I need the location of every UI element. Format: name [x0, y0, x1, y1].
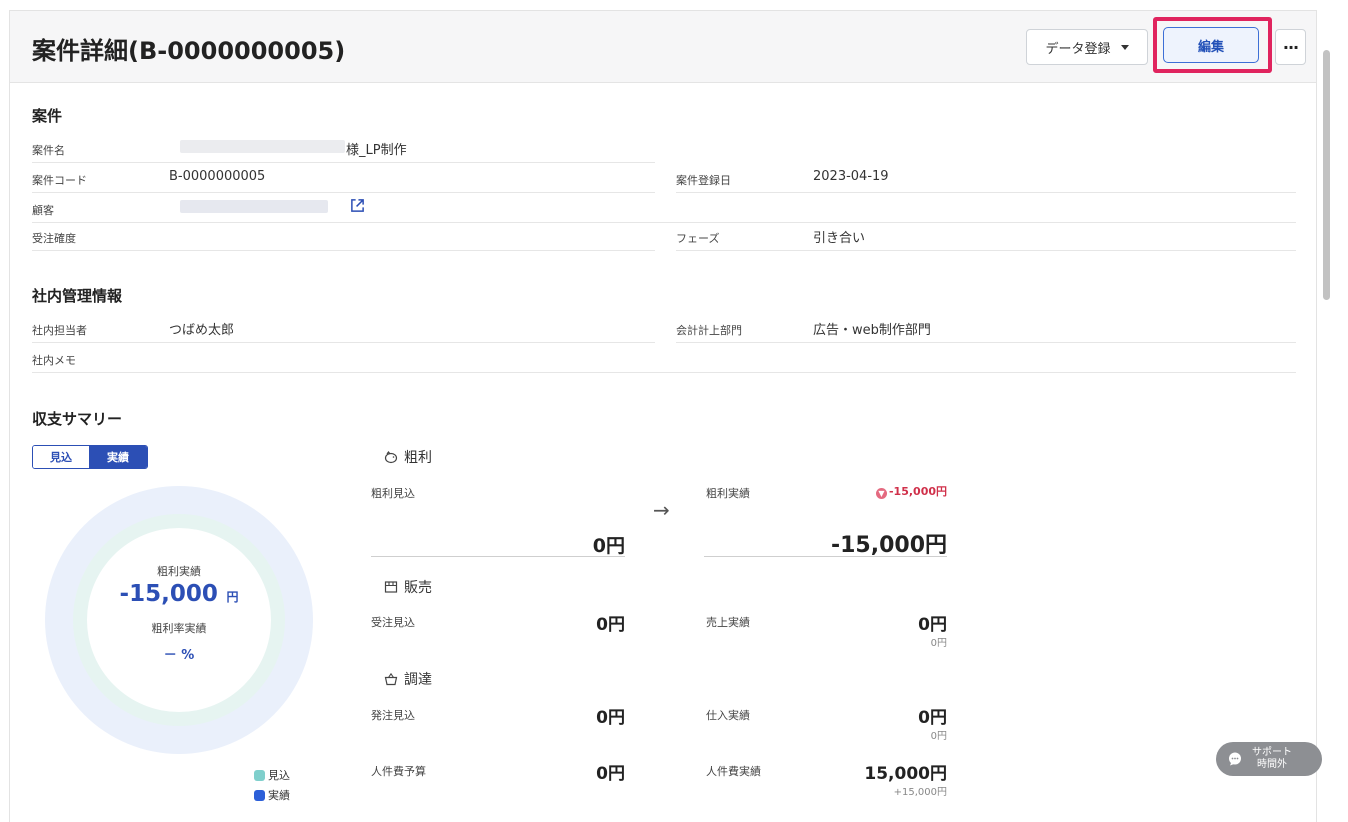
- field-row-probability: 受注確度: [32, 221, 655, 251]
- labor-actual-value: 15,000円: [864, 764, 947, 784]
- legend-label: 実績: [268, 789, 290, 802]
- field-label: 社内メモ: [32, 354, 76, 367]
- field-label: 案件登録日: [676, 174, 731, 187]
- section-title-summary: 収支サマリー: [32, 410, 123, 428]
- scrollbar-thumb[interactable]: [1323, 50, 1330, 300]
- detail-panel: 案件詳細(B-0000000005) データ登録 編集 ··· 案件 案件名 様…: [9, 10, 1317, 822]
- donut-gross-label: 粗利実績: [157, 565, 201, 578]
- gross-actual-label: 粗利実績: [706, 487, 750, 500]
- sales-actual-sub: 0円: [930, 638, 947, 649]
- section-title-project: 案件: [32, 107, 63, 125]
- external-link-icon[interactable]: [350, 198, 365, 213]
- more-options-button[interactable]: ···: [1275, 29, 1306, 65]
- forecast-actual-toggle[interactable]: 見込 実績: [32, 445, 148, 469]
- support-line2: 時間外: [1257, 759, 1287, 770]
- gross-forecast-value: 0円: [592, 535, 625, 557]
- sales-title: 販売: [404, 580, 432, 596]
- donut-gross-value: -15,000: [119, 581, 218, 607]
- edit-button[interactable]: 編集: [1163, 27, 1259, 63]
- procurement-forecast-label: 発注見込: [371, 709, 415, 722]
- page-header: 案件詳細(B-0000000005) データ登録 編集 ···: [10, 11, 1316, 83]
- procurement-actual-label: 仕入実績: [706, 709, 750, 722]
- redacted-text: [180, 140, 345, 153]
- labor-actual-sub: +15,000円: [893, 787, 947, 798]
- support-status-text: サポート 時間外: [1252, 747, 1292, 771]
- toggle-actual[interactable]: 実績: [89, 446, 147, 468]
- field-label: 社内担当者: [32, 324, 87, 337]
- field-label: 顧客: [32, 204, 54, 217]
- data-register-label: データ登録: [1045, 41, 1111, 57]
- project-code-value: B-0000000005: [169, 169, 266, 184]
- donut-gross-value-wrap: -15,000 円: [44, 581, 314, 607]
- page-title: 案件詳細(B-0000000005): [32, 37, 346, 65]
- sales-forecast-value: 0円: [596, 615, 625, 635]
- chevron-down-icon: [1120, 44, 1129, 50]
- field-row-memo: 社内メモ: [32, 343, 1296, 373]
- donut-rate-label: 粗利率実績: [151, 622, 207, 635]
- field-row-customer: 顧客: [32, 193, 1296, 223]
- department-value: 広告・web制作部門: [813, 323, 931, 338]
- gross-forecast-label: 粗利見込: [371, 487, 415, 500]
- donut-rate-value: － %: [163, 648, 195, 663]
- decrease-icon: ▼: [875, 488, 887, 499]
- sales-forecast-label: 受注見込: [371, 616, 415, 629]
- store-icon: [384, 581, 398, 593]
- registered-date-value: 2023-04-19: [813, 169, 889, 184]
- procurement-title: 調達: [404, 672, 432, 688]
- legend-swatch: [254, 769, 265, 781]
- donut-center: 粗利実績 -15,000 円 粗利率実績 － %: [44, 563, 314, 663]
- procurement-actual-sub: 0円: [930, 731, 947, 742]
- donut-gross-unit: 円: [226, 590, 239, 604]
- project-name-value: 様_LP制作: [346, 143, 407, 158]
- redacted-text: [180, 200, 328, 213]
- legend-label: 見込: [268, 769, 290, 782]
- piggy-bank-icon: [384, 451, 398, 464]
- field-label: 案件コード: [32, 174, 87, 187]
- toggle-forecast[interactable]: 見込: [33, 446, 89, 468]
- labor-actual-label: 人件費実績: [706, 765, 761, 778]
- basket-icon: [384, 672, 398, 686]
- legend-item-actual: 実績: [254, 787, 290, 803]
- field-label: 案件名: [32, 144, 65, 157]
- field-row-project-code: 案件コード B-0000000005: [32, 163, 655, 193]
- field-label: 会計計上部門: [676, 324, 742, 337]
- support-line1: サポート: [1252, 747, 1292, 758]
- gross-profit-heading: 粗利: [384, 447, 432, 467]
- field-row-owner: 社内担当者 つばめ太郎: [32, 313, 655, 343]
- field-row-registered-date: 案件登録日 2023-04-19: [676, 163, 1296, 193]
- legend-swatch: [254, 789, 265, 801]
- field-row-department: 会計計上部門 広告・web制作部門: [676, 313, 1296, 343]
- field-label: 受注確度: [32, 232, 76, 245]
- procurement-heading: 調達: [384, 669, 432, 689]
- legend-item-forecast: 見込: [254, 767, 290, 783]
- procurement-forecast-value: 0円: [596, 708, 625, 728]
- sales-actual-value: 0円: [918, 615, 947, 635]
- sales-heading: 販売: [384, 577, 432, 597]
- field-row-phase: フェーズ 引き合い: [676, 221, 1296, 251]
- field-row-project-name: 案件名 様_LP制作: [32, 133, 655, 163]
- data-register-dropdown[interactable]: データ登録: [1026, 29, 1148, 65]
- labor-forecast-label: 人件費予算: [371, 765, 426, 778]
- section-title-internal: 社内管理情報: [32, 287, 123, 305]
- phase-value: 引き合い: [813, 231, 866, 246]
- owner-value: つばめ太郎: [169, 323, 235, 338]
- gross-diff-badge: ▼ -15,000円: [840, 483, 947, 499]
- divider: [371, 556, 625, 557]
- labor-forecast-value: 0円: [596, 764, 625, 784]
- support-chat-button[interactable]: サポート 時間外: [1216, 742, 1322, 776]
- gross-actual-value: -15,000円: [830, 533, 947, 558]
- procurement-actual-value: 0円: [918, 708, 947, 728]
- gross-profit-title: 粗利: [404, 450, 432, 466]
- field-label: フェーズ: [676, 232, 720, 245]
- gross-diff-value: -15,000円: [888, 485, 947, 498]
- divider: [704, 556, 947, 557]
- sales-actual-label: 売上実績: [706, 616, 750, 629]
- chat-bubble-icon: [1229, 752, 1241, 766]
- arrow-right-icon: →: [653, 498, 670, 522]
